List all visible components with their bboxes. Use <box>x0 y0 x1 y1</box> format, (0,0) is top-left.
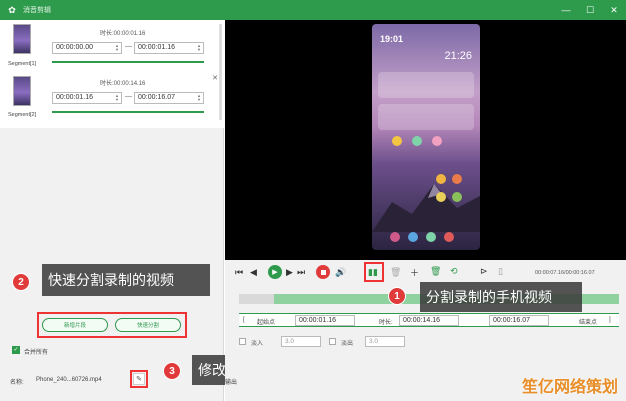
watermark: 笙亿网络策划 <box>521 379 618 396</box>
phone-dock-icon <box>390 232 400 242</box>
window-controls: — ☐ ✕ <box>554 0 626 20</box>
phone-screen-frame: 19:01 21:26 <box>372 24 480 250</box>
output-filename: Phone_240...60726.mp4 <box>36 377 102 383</box>
segment-item[interactable]: Segment[2] 时长:00:00:14.16 ✕ 00:00:01.16 ▲… <box>0 74 224 126</box>
fade-in-checkbox[interactable] <box>239 338 246 345</box>
segment-duration: 时长:00:00:14.16 <box>100 81 146 87</box>
player-controls: ⏮ ◀ ▶ ▶ ⏭ 🔊 ▮▮ 🗑 ＋ 🗑 ⟲ ⊳ ▯ 00:00:07.16/0… <box>225 260 626 401</box>
phone-weather-widget <box>378 72 474 98</box>
range-bracket-right: ] <box>609 317 611 323</box>
close-button[interactable]: ✕ <box>602 0 626 20</box>
title-bar: ✿ 消音剪辑 — ☐ ✕ <box>0 0 626 20</box>
segment-thumbnail <box>13 24 31 54</box>
phone-app-icon <box>432 136 442 146</box>
callout-2-text: 快速分割录制的视频 <box>42 264 210 296</box>
fade-out-field[interactable]: 3.0 <box>365 336 405 347</box>
segment-start-field[interactable]: 00:00:00.00 ▲ ▼ <box>52 42 122 54</box>
video-preview[interactable]: 19:01 21:26 <box>225 20 626 260</box>
stop-button[interactable] <box>316 265 330 279</box>
range-row: [ 起始点 00:00:01.16 时长: 00:00:14.16 00:00:… <box>239 313 619 327</box>
segment-panel: Segment[1] 时长:00:00:01.16 00:00:00.00 ▲ ▼ … <box>0 20 322 401</box>
name-label: 名称: <box>10 380 24 386</box>
fade-out-checkbox[interactable] <box>329 338 336 345</box>
add-segment-button[interactable]: 新增片段 <box>42 318 108 332</box>
quick-split-button[interactable]: 快速分割 <box>115 318 181 332</box>
step-forward-icon[interactable]: ▶ <box>286 267 293 278</box>
phone-app-icon <box>412 136 422 146</box>
phone-app-icon <box>392 136 402 146</box>
range-end-label: 结束点 <box>579 320 598 326</box>
mark-out-icon[interactable]: ▯ <box>498 266 503 277</box>
segment-close-icon[interactable]: ✕ <box>212 74 218 82</box>
segment-label: Segment[1] <box>8 61 37 67</box>
phone-dock-icon <box>444 232 454 242</box>
phone-widget <box>378 104 474 130</box>
phone-app-icon <box>436 192 446 202</box>
spin-arrows-icon[interactable]: ▲ ▼ <box>115 44 119 52</box>
merge-all-label: 合并所有 <box>24 350 49 356</box>
spin-arrows-icon[interactable]: ▲ ▼ <box>115 94 119 102</box>
segment-list: Segment[1] 时长:00:00:01.16 00:00:00.00 ▲ ▼ … <box>0 20 224 128</box>
callout-2-badge: 2 <box>12 273 30 291</box>
callout-1-text: 分割录制的手机视频 <box>420 282 582 312</box>
edit-name-pencil-icon[interactable]: ✎ <box>133 373 145 385</box>
prev-frame-icon[interactable]: ⏮ <box>235 267 243 278</box>
phone-clock: 21:26 <box>444 50 472 62</box>
volume-icon[interactable]: 🔊 <box>335 267 346 278</box>
spin-arrows-icon[interactable]: ▲ ▼ <box>197 44 201 52</box>
segment-start-field[interactable]: 00:00:01.16 ▲ ▼ <box>52 92 122 104</box>
range-duration-label: 时长: <box>379 320 393 326</box>
segment-duration: 时长:00:00:01.16 <box>100 31 146 37</box>
window-title: 消音剪辑 <box>23 7 51 14</box>
segment-scrollbar[interactable] <box>219 24 222 120</box>
segment-item[interactable]: Segment[1] 时长:00:00:01.16 00:00:00.00 ▲ ▼ … <box>0 20 224 72</box>
phone-dock-icon <box>408 232 418 242</box>
segment-progress <box>52 61 204 63</box>
phone-app-icon <box>452 192 462 202</box>
fade-in-label: 淡入 <box>251 341 264 347</box>
range-start-field[interactable]: 00:00:01.16 <box>295 315 355 326</box>
next-frame-icon[interactable]: ⏭ <box>297 267 305 278</box>
callout-3-badge: 3 <box>163 362 181 380</box>
maximize-button[interactable]: ☐ <box>578 0 602 20</box>
spin-arrows-icon[interactable]: ▲ ▼ <box>197 94 201 102</box>
fade-in-field[interactable]: 3.0 <box>281 336 321 347</box>
mark-in-icon[interactable]: ⊳ <box>480 266 488 277</box>
segment-end-field[interactable]: 00:00:01.16 ▲ ▼ <box>134 42 204 54</box>
segment-label: Segment[2] <box>8 112 37 118</box>
range-separator: — <box>125 43 132 50</box>
refresh-icon[interactable]: ⟲ <box>450 266 458 277</box>
add-icon[interactable]: ＋ <box>410 266 419 279</box>
phone-app-icon <box>436 174 446 184</box>
step-back-icon[interactable]: ◀ <box>250 267 257 278</box>
callout-1-badge: 1 <box>388 287 406 305</box>
segment-end-field[interactable]: 00:00:16.07 ▲ ▼ <box>134 92 204 104</box>
app-logo-icon: ✿ <box>8 4 16 15</box>
segment-progress <box>52 111 204 113</box>
output-label: 输出 <box>225 380 238 386</box>
range-start-label: 起始点 <box>257 320 276 326</box>
minimize-button[interactable]: — <box>554 0 578 20</box>
phone-dock-icon <box>426 232 436 242</box>
range-bracket-left: [ <box>243 317 245 323</box>
phone-app-icon <box>452 174 462 184</box>
delete-icon[interactable]: 🗑 <box>390 267 401 278</box>
playback-time: 00:00:07.16/00:00:16.07 <box>535 270 595 276</box>
split-icon[interactable]: ▮▮ <box>368 267 378 278</box>
merge-all-checkbox[interactable]: ✓ <box>12 346 20 354</box>
range-end-field[interactable]: 00:00:16.07 <box>489 315 549 326</box>
range-separator: — <box>125 93 132 100</box>
phone-status-time: 19:01 <box>380 34 404 44</box>
range-duration-field[interactable]: 00:00:14.16 <box>399 315 459 326</box>
play-button[interactable]: ▶ <box>268 265 282 279</box>
segment-thumbnail <box>13 76 31 106</box>
fade-out-label: 淡出 <box>341 341 354 347</box>
phone-wallpaper-mountain <box>372 184 480 232</box>
trash-green-icon[interactable]: 🗑 <box>430 266 441 277</box>
